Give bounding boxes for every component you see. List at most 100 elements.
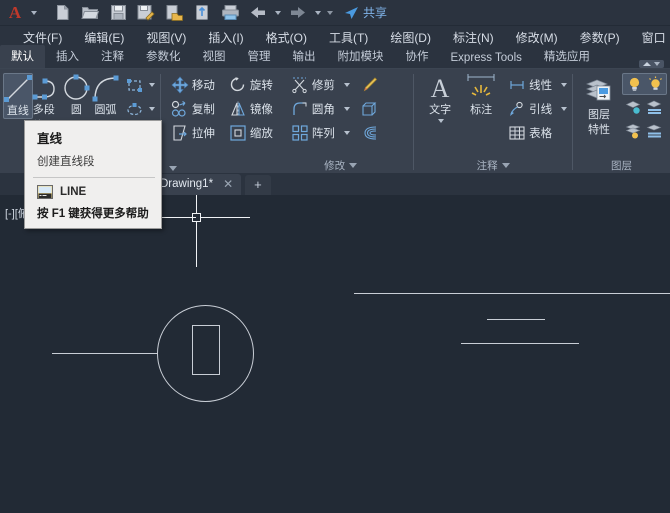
horizontal-line-left[interactable]: [52, 353, 157, 354]
new-drawing-tab-button[interactable]: +: [245, 175, 271, 195]
tool-layer-properties-label-2: 特性: [588, 124, 610, 136]
tool-stretch-label: 拉伸: [191, 128, 215, 140]
svg-text:A: A: [431, 74, 450, 103]
quick-access-toolbar: A 共享: [0, 0, 670, 26]
tool-ellipse[interactable]: [124, 97, 157, 121]
tool-layer-properties[interactable]: 图层 特性: [578, 73, 620, 137]
tab-parametric[interactable]: 参数化: [135, 45, 192, 68]
panel-modify-expand-icon[interactable]: [349, 162, 358, 168]
linear-dim-caret-icon[interactable]: [561, 83, 568, 87]
layer-state-row-1[interactable]: [622, 73, 667, 95]
tool-offset[interactable]: [358, 121, 380, 145]
tool-circle-label: 圆: [70, 104, 82, 116]
tab-collaborate[interactable]: 协作: [395, 45, 440, 68]
undo-arrow-icon[interactable]: [244, 1, 272, 25]
rectangle-icon: [126, 76, 144, 94]
horizontal-line-top-right[interactable]: [354, 293, 670, 294]
ribbon-minimize-icon: [643, 62, 651, 66]
crosshair-up: [196, 195, 197, 213]
share-plane-icon: [345, 6, 358, 19]
tab-manage[interactable]: 管理: [237, 45, 282, 68]
tab-output[interactable]: 输出: [282, 45, 327, 68]
trim-caret-icon[interactable]: [343, 83, 350, 87]
qat-overflow-icon[interactable]: [324, 1, 336, 25]
3d-box-icon: [360, 100, 378, 118]
modify-col-4: [358, 73, 380, 145]
drawing-canvas[interactable]: [-][俯视][二维线框]: [0, 195, 670, 513]
modify-col-3: 修剪 圆角 阵列: [289, 73, 352, 145]
rectangle-caret-icon[interactable]: [148, 83, 155, 87]
tool-erase[interactable]: [358, 73, 380, 97]
ribbon-minimize-caret-icon: [654, 62, 660, 66]
menu-item-window[interactable]: 窗口: [631, 27, 670, 48]
tool-dimension[interactable]: 标注: [460, 73, 502, 117]
panel-layer: 图层 特性 图层: [573, 69, 670, 173]
ribbon-minimize-button[interactable]: [639, 60, 664, 68]
new-document-icon[interactable]: [48, 1, 76, 25]
tab-insert[interactable]: 插入: [45, 45, 90, 68]
tool-rectangle[interactable]: [124, 73, 157, 97]
panel-annotation-expand-icon[interactable]: [501, 162, 510, 168]
undo-dropdown-icon[interactable]: [272, 1, 284, 25]
panel-annotation-label-row: 注释: [414, 157, 572, 173]
layer-state-row-2[interactable]: [622, 95, 667, 119]
cloud-upload-icon[interactable]: [188, 1, 216, 25]
rectangle-inside-circle[interactable]: [192, 325, 220, 375]
text-a-icon: A: [429, 74, 451, 103]
text-caret-icon[interactable]: [438, 119, 445, 123]
panel-annotation: A 文字 标注 线性 引线 表格 注释: [414, 69, 572, 173]
tool-table-label: 表格: [529, 128, 553, 140]
tool-move[interactable]: 移动: [169, 73, 217, 97]
tab-addins[interactable]: 附加模块: [327, 45, 395, 68]
horizontal-line-bottom-right[interactable]: [461, 343, 579, 344]
redo-arrow-icon[interactable]: [284, 1, 312, 25]
tab-view[interactable]: 视图: [192, 45, 237, 68]
tool-trim[interactable]: 修剪: [289, 73, 352, 97]
export-icon[interactable]: [160, 1, 188, 25]
line-icon: [3, 75, 32, 102]
tool-copy[interactable]: 复制: [169, 97, 217, 121]
fillet-caret-icon[interactable]: [343, 107, 350, 111]
drawing-tab-active[interactable]: Drawing1* ✕: [150, 174, 242, 195]
save-disk-icon[interactable]: [104, 1, 132, 25]
tool-array[interactable]: 阵列: [289, 121, 352, 145]
modify-col-1: 移动 复制 拉伸: [169, 73, 217, 145]
menu-item-dimension[interactable]: 标注(N): [442, 27, 505, 48]
tab-express-tools[interactable]: Express Tools: [440, 49, 533, 68]
tool-stretch[interactable]: 拉伸: [169, 121, 217, 145]
tool-line[interactable]: 直线: [3, 73, 33, 119]
panel-modify-expand-left-icon[interactable]: [168, 166, 177, 171]
tool-arc[interactable]: 圆弧: [91, 73, 120, 117]
tool-3d-box[interactable]: [358, 97, 380, 121]
application-menu-button[interactable]: A: [2, 1, 28, 25]
tool-circle[interactable]: 圆: [62, 73, 91, 117]
tool-fillet[interactable]: 圆角: [289, 97, 352, 121]
tool-leader[interactable]: 引线: [506, 97, 569, 121]
panel-layer-label: 图层: [611, 159, 632, 172]
tool-linear-dim[interactable]: 线性: [506, 73, 569, 97]
layer-state-row-3[interactable]: [622, 119, 667, 143]
tab-home[interactable]: 默认: [0, 45, 45, 68]
tab-featured-apps[interactable]: 精选应用: [533, 45, 601, 68]
redo-dropdown-icon[interactable]: [312, 1, 324, 25]
tooltip-command-row: LINE: [37, 185, 151, 199]
tool-text[interactable]: A 文字: [420, 73, 460, 123]
panel-layer-label-row: 图层: [573, 157, 670, 173]
leader-caret-icon[interactable]: [561, 107, 568, 111]
tool-rotate[interactable]: 旋转: [227, 73, 275, 97]
share-button[interactable]: 共享: [344, 4, 387, 21]
tool-line-label: 直线: [6, 105, 29, 117]
open-folder-icon[interactable]: [76, 1, 104, 25]
annotation-small-tools: 线性 引线 表格: [506, 73, 569, 145]
app-menu-caret-icon[interactable]: [28, 1, 40, 25]
array-caret-icon[interactable]: [343, 131, 350, 135]
tool-mirror[interactable]: 镜像: [227, 97, 275, 121]
tool-scale[interactable]: 缩放: [227, 121, 275, 145]
horizontal-line-middle-right[interactable]: [487, 319, 545, 320]
ellipse-caret-icon[interactable]: [148, 107, 155, 111]
printer-icon[interactable]: [216, 1, 244, 25]
save-as-icon[interactable]: [132, 1, 160, 25]
tool-table[interactable]: 表格: [506, 121, 569, 145]
close-icon[interactable]: ✕: [223, 177, 233, 191]
tab-annotate[interactable]: 注释: [90, 45, 135, 68]
